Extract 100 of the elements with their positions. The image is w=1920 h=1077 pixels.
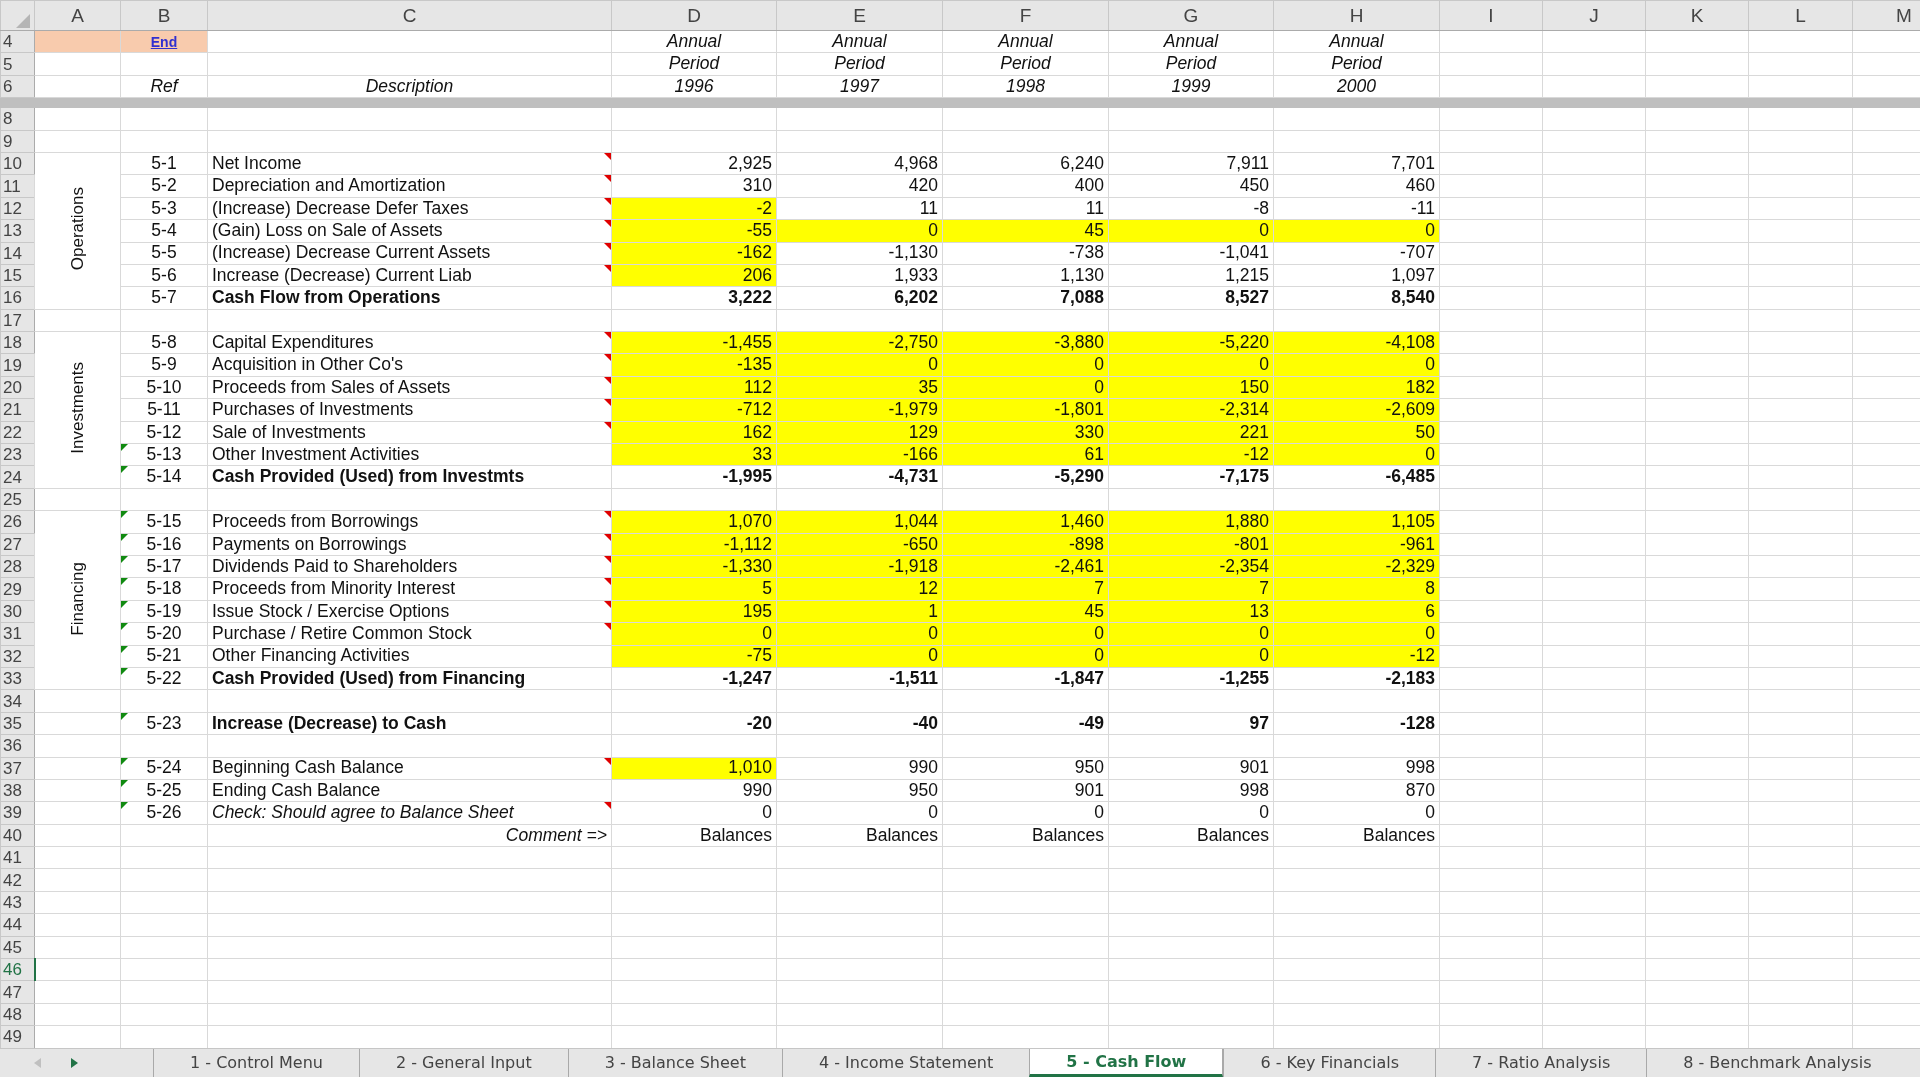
row-header[interactable]: 38 xyxy=(0,779,35,802)
ref-code: Ref xyxy=(150,75,178,96)
row-header[interactable]: 41 xyxy=(0,846,35,869)
amount-cell: 0 xyxy=(1273,353,1440,377)
sheet-tab[interactable]: 5 - Cash Flow xyxy=(1029,1049,1224,1077)
row-header[interactable]: 45 xyxy=(0,936,35,959)
row-header[interactable]: 49 xyxy=(0,1025,35,1048)
amount-cell: 162 xyxy=(611,421,777,444)
row-header[interactable]: 11 xyxy=(0,174,35,198)
ref-code: 5-21 xyxy=(146,645,182,666)
row-header[interactable]: 10 xyxy=(0,152,35,175)
amount-cell: -1,041 xyxy=(1108,242,1274,265)
ref-code: 5-7 xyxy=(151,287,177,308)
amount-cell: 400 xyxy=(942,174,1109,198)
amount-cell: 206 xyxy=(611,264,777,287)
row-header[interactable]: 21 xyxy=(0,398,35,422)
row-header[interactable]: 22 xyxy=(0,421,35,444)
sheet-tab[interactable]: 6 - Key Financials xyxy=(1223,1049,1435,1077)
row-header[interactable]: 46 xyxy=(0,958,35,981)
row-header[interactable]: 42 xyxy=(0,868,35,892)
amount-cell: 12 xyxy=(776,577,943,601)
row-header[interactable]: 16 xyxy=(0,286,35,310)
column-header[interactable]: I xyxy=(1439,0,1543,31)
column-header[interactable]: F xyxy=(942,0,1109,31)
row-header[interactable]: 30 xyxy=(0,600,35,623)
amount-cell: -4,108 xyxy=(1273,331,1440,354)
row-header[interactable]: 27 xyxy=(0,533,35,556)
row-header[interactable]: 39 xyxy=(0,801,35,825)
period-header: Period xyxy=(611,52,777,76)
row-header[interactable]: 14 xyxy=(0,242,35,265)
sheet-tab[interactable]: 1 - Control Menu xyxy=(153,1049,359,1077)
sheet-tab[interactable]: 7 - Ratio Analysis xyxy=(1435,1049,1647,1077)
column-header[interactable]: L xyxy=(1748,0,1853,31)
column-header[interactable]: E xyxy=(776,0,943,31)
row-header[interactable]: 40 xyxy=(0,824,35,847)
row-header[interactable]: 20 xyxy=(0,376,35,399)
status-cell: Balances xyxy=(611,824,777,847)
row-header[interactable]: 17 xyxy=(0,309,35,332)
ref-code: 5-5 xyxy=(151,242,177,263)
amount-cell: 7 xyxy=(1108,577,1274,601)
amount-cell: 901 xyxy=(1108,757,1274,780)
row-header[interactable]: 32 xyxy=(0,645,35,668)
row-header[interactable]: 26 xyxy=(0,510,35,534)
row-header[interactable]: 19 xyxy=(0,353,35,377)
amount-cell: 0 xyxy=(611,801,777,825)
row-header[interactable]: 31 xyxy=(0,622,35,646)
line-item-label: Payments on Borrowings xyxy=(212,533,407,554)
row-header[interactable]: 35 xyxy=(0,712,35,735)
ref-code: 5-9 xyxy=(151,354,177,375)
row-header[interactable]: 9 xyxy=(0,130,35,153)
column-header[interactable]: M xyxy=(1852,0,1920,31)
column-header[interactable]: C xyxy=(207,0,612,31)
scroll-right-button[interactable] xyxy=(71,1058,78,1068)
amount-cell: 0 xyxy=(1273,443,1440,466)
row-header[interactable]: 13 xyxy=(0,219,35,242)
row-header[interactable]: 12 xyxy=(0,197,35,220)
period-header: 1999 xyxy=(1108,75,1274,98)
amount-cell: -40 xyxy=(776,712,943,735)
amount-cell: 6,240 xyxy=(942,152,1109,175)
amount-cell: 129 xyxy=(776,421,943,444)
row-header[interactable]: 36 xyxy=(0,734,35,757)
amount-cell: 33 xyxy=(611,443,777,466)
row-header[interactable]: 5 xyxy=(0,52,35,76)
row-header[interactable]: 33 xyxy=(0,667,35,690)
column-header[interactable]: J xyxy=(1542,0,1646,31)
row-header[interactable]: 24 xyxy=(0,465,35,489)
amount-cell: 0 xyxy=(776,622,943,646)
period-header: Annual xyxy=(1273,30,1440,53)
column-header[interactable]: K xyxy=(1645,0,1749,31)
ref-code: 5-20 xyxy=(146,623,182,644)
row-header[interactable]: 34 xyxy=(0,689,35,713)
row-header[interactable]: 15 xyxy=(0,264,35,287)
sheet-tab[interactable]: 8 - Benchmark Analysis xyxy=(1646,1049,1908,1077)
row-header[interactable]: 4 xyxy=(0,30,35,53)
row-header[interactable]: 43 xyxy=(0,891,35,914)
column-header[interactable]: B xyxy=(120,0,208,31)
column-header[interactable]: H xyxy=(1273,0,1440,31)
row-header[interactable]: 48 xyxy=(0,1003,35,1026)
row-header[interactable]: 47 xyxy=(0,980,35,1004)
amount-cell: -5,220 xyxy=(1108,331,1274,354)
row-header[interactable]: 28 xyxy=(0,555,35,578)
column-header[interactable]: A xyxy=(34,0,121,31)
amount-cell: -75 xyxy=(611,645,777,668)
column-header[interactable]: G xyxy=(1108,0,1274,31)
row-header[interactable]: 8 xyxy=(0,107,35,131)
row-header[interactable]: 6 xyxy=(0,75,35,98)
line-item-label: Ending Cash Balance xyxy=(212,779,381,800)
sheet-tab[interactable]: 3 - Balance Sheet xyxy=(567,1049,782,1077)
row-header[interactable]: 37 xyxy=(0,757,35,780)
column-header[interactable]: D xyxy=(611,0,777,31)
row-header[interactable]: 25 xyxy=(0,488,35,511)
row-header[interactable]: 18 xyxy=(0,331,35,354)
amount-cell: 45 xyxy=(942,600,1109,623)
row-header[interactable]: 23 xyxy=(0,443,35,466)
amount-cell: -707 xyxy=(1273,242,1440,265)
row-header[interactable]: 29 xyxy=(0,577,35,601)
amount-cell: 0 xyxy=(1273,801,1440,825)
sheet-tab[interactable]: 2 - General Input xyxy=(359,1049,568,1077)
amount-cell: 310 xyxy=(611,174,777,198)
row-header[interactable]: 44 xyxy=(0,913,35,937)
